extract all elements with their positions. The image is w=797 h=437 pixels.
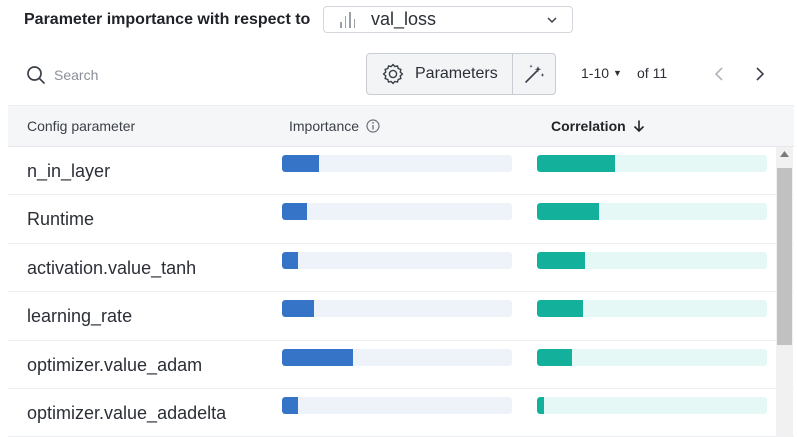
triangle-up-icon — [780, 151, 789, 157]
info-icon[interactable] — [366, 119, 380, 133]
parameters-button[interactable]: Parameters — [367, 54, 513, 94]
importance-bar-fill — [282, 396, 299, 414]
table-header: Config parameter Importance Correlation — [8, 105, 794, 147]
page-total: of 11 — [637, 65, 668, 81]
gear-icon — [382, 63, 404, 85]
scrollbar[interactable] — [776, 147, 793, 437]
parameter-table: Config parameter Importance Correlation … — [8, 105, 794, 437]
table-row[interactable]: learning_rate — [8, 292, 794, 341]
correlation-bar — [537, 251, 767, 269]
importance-bar-fill — [282, 251, 299, 269]
column-header-correlation[interactable]: Correlation — [551, 118, 645, 134]
parameter-name: learning_rate — [27, 306, 133, 327]
correlation-bar — [537, 348, 767, 366]
importance-bar-fill — [282, 155, 319, 172]
chevron-right-icon — [756, 67, 765, 81]
correlation-bar-fill — [537, 396, 544, 414]
parameters-label: Parameters — [415, 65, 498, 82]
parameter-name: n_in_layer — [27, 161, 111, 181]
chevron-down-icon — [547, 17, 557, 24]
correlation-bar — [537, 203, 767, 221]
importance-bar — [282, 155, 512, 172]
importance-bar-fill — [282, 300, 315, 318]
header-label: Parameter importance with respect to — [24, 11, 311, 28]
page-range-label: 1-10 — [581, 65, 610, 81]
importance-bar — [282, 203, 512, 221]
search-icon — [27, 66, 45, 84]
magic-wand-button[interactable] — [513, 54, 555, 94]
page-range-select[interactable]: 1-10 ▼ — [581, 65, 622, 81]
column-label: Importance — [289, 118, 360, 134]
chevron-left-icon — [714, 67, 723, 81]
previous-page-button[interactable] — [710, 64, 728, 84]
table-row[interactable]: activation.value_tanh — [8, 244, 794, 293]
correlation-bar-fill — [537, 155, 616, 172]
parameter-name: optimizer.value_adadelta — [27, 402, 227, 423]
metric-select[interactable]: val_loss — [323, 6, 573, 33]
importance-bar — [282, 251, 512, 269]
scroll-up-arrow[interactable] — [776, 151, 793, 163]
parameter-name: activation.value_tanh — [27, 257, 197, 278]
table-row[interactable]: Runtime — [8, 195, 794, 244]
parameters-button-group: Parameters — [366, 53, 556, 95]
correlation-bar-fill — [537, 348, 572, 366]
table-row[interactable]: optimizer.value_adam — [8, 341, 794, 389]
importance-bar — [282, 300, 512, 318]
importance-header: Parameter importance with respect to — [24, 6, 310, 34]
correlation-bar-fill — [537, 251, 586, 269]
column-header-config-parameter: Config parameter — [27, 118, 135, 134]
magic-wand-icon — [524, 64, 545, 83]
parameter-name: Runtime — [27, 209, 95, 230]
search-input[interactable] — [54, 63, 254, 87]
metric-value: val_loss — [371, 9, 437, 29]
importance-bar — [282, 348, 512, 366]
column-label: Correlation — [551, 118, 626, 134]
table-row[interactable]: n_in_layer — [8, 147, 794, 196]
correlation-bar-fill — [537, 203, 600, 221]
importance-bar-fill — [282, 203, 308, 221]
correlation-bar — [537, 396, 767, 414]
next-page-button[interactable] — [751, 64, 769, 84]
column-header-importance[interactable]: Importance — [289, 118, 380, 134]
table-row[interactable]: optimizer.value_adadelta — [8, 389, 794, 437]
bar-chart-icon — [340, 11, 360, 28]
parameter-name: optimizer.value_adam — [27, 354, 203, 375]
table-body: n_in_layer Runtime activation.value_tanhle… — [8, 147, 794, 437]
arrow-down-icon — [633, 120, 644, 133]
column-label: Config parameter — [27, 118, 136, 134]
toolbar: Parameters 1-10 ▼ of 11 — [0, 52, 797, 96]
importance-bar — [282, 396, 512, 414]
scroll-thumb[interactable] — [777, 168, 792, 345]
correlation-bar-fill — [537, 300, 583, 318]
correlation-bar — [537, 300, 767, 318]
caret-down-icon: ▼ — [613, 68, 622, 78]
correlation-bar — [537, 155, 767, 172]
importance-bar-fill — [282, 348, 354, 366]
